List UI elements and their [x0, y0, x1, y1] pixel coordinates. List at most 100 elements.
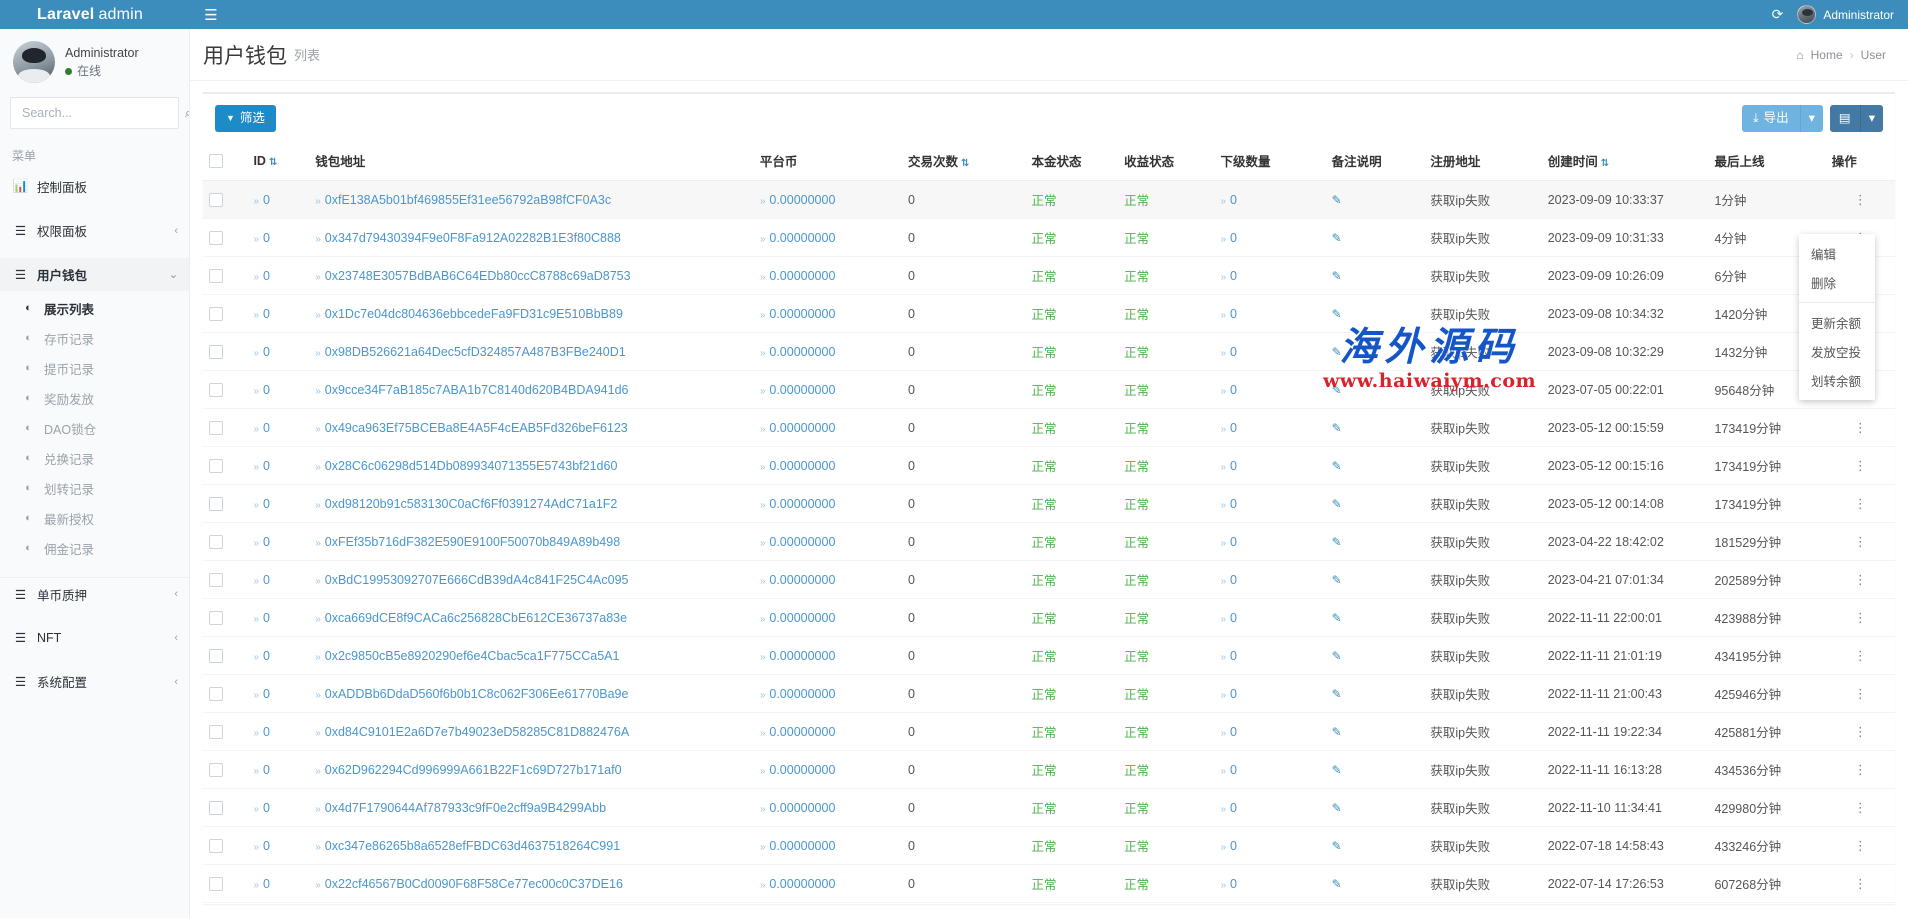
row-checkbox[interactable]: [209, 801, 223, 815]
expand-icon[interactable]: »: [315, 842, 321, 853]
expand-icon[interactable]: »: [315, 386, 321, 397]
export-dropdown-toggle[interactable]: ▾: [1800, 105, 1823, 132]
table-row[interactable]: »0»0x9cce34F7aB185c7ABA1b7C8140d620B4BDA…: [203, 371, 1895, 409]
row-checkbox[interactable]: [209, 763, 223, 777]
table-row[interactable]: »0»0xc347e86265b8a6528efFBDC63d463751826…: [203, 827, 1895, 865]
sidebar-subitem-reward-issue[interactable]: ◐ 奖励发放: [0, 383, 189, 413]
expand-icon[interactable]: »: [1220, 462, 1226, 473]
table-row[interactable]: »0»0xd84C9101E2a6D7e7b49023eD58285C81D88…: [203, 713, 1895, 751]
expand-icon[interactable]: »: [315, 234, 321, 245]
row-actions-kebab-icon[interactable]: ⋮: [1854, 458, 1867, 473]
expand-icon[interactable]: »: [253, 804, 259, 815]
expand-icon[interactable]: »: [1220, 348, 1226, 359]
sidebar-item-permissions[interactable]: ☰ 权限面板 ‹: [0, 214, 189, 247]
row-actions-kebab-icon[interactable]: ⋮: [1854, 876, 1867, 891]
expand-icon[interactable]: »: [760, 234, 766, 245]
expand-icon[interactable]: »: [253, 234, 259, 245]
expand-icon[interactable]: »: [1220, 842, 1226, 853]
row-checkbox[interactable]: [209, 535, 223, 549]
pencil-icon[interactable]: ✎: [1332, 573, 1342, 587]
cell-address-value[interactable]: 0xd84C9101E2a6D7e7b49023eD58285C81D88247…: [325, 725, 629, 739]
row-actions-kebab-icon[interactable]: ⋮: [1854, 496, 1867, 511]
pencil-icon[interactable]: ✎: [1332, 497, 1342, 511]
expand-icon[interactable]: »: [1220, 804, 1226, 815]
expand-icon[interactable]: »: [253, 386, 259, 397]
expand-icon[interactable]: »: [760, 348, 766, 359]
expand-icon[interactable]: »: [315, 424, 321, 435]
row-actions-kebab-icon[interactable]: ⋮: [1854, 838, 1867, 853]
ctx-update-balance[interactable]: 更新余额: [1799, 308, 1875, 337]
pencil-icon[interactable]: ✎: [1332, 725, 1342, 739]
row-checkbox[interactable]: [209, 573, 223, 587]
sidebar-subitem-dao-lock[interactable]: ◐ DAO锁仓: [0, 413, 189, 443]
row-actions-kebab-icon[interactable]: ⋮: [1854, 610, 1867, 625]
pencil-icon[interactable]: ✎: [1332, 459, 1342, 473]
user-menu[interactable]: Administrator: [1797, 5, 1894, 24]
expand-icon[interactable]: »: [760, 614, 766, 625]
table-row[interactable]: »0»0x347d79430394F9e0F8Fa912A02282B1E3f8…: [203, 219, 1895, 257]
expand-icon[interactable]: »: [315, 728, 321, 739]
table-row[interactable]: »0»0x98DB526621a64Dec5cfD324857A487B3FBe…: [203, 333, 1895, 371]
expand-icon[interactable]: »: [1220, 234, 1226, 245]
expand-icon[interactable]: »: [315, 576, 321, 587]
row-checkbox[interactable]: [209, 345, 223, 359]
pencil-icon[interactable]: ✎: [1332, 421, 1342, 435]
expand-icon[interactable]: »: [253, 880, 259, 891]
expand-icon[interactable]: »: [315, 614, 321, 625]
expand-icon[interactable]: »: [253, 272, 259, 283]
expand-icon[interactable]: »: [760, 842, 766, 853]
row-actions-kebab-icon[interactable]: ⋮: [1854, 724, 1867, 739]
expand-icon[interactable]: »: [315, 272, 321, 283]
refresh-icon[interactable]: ⟳: [1772, 6, 1784, 23]
table-row[interactable]: »0»0x49ca963Ef75BCEBa8E4A5F4cEAB5Fd326be…: [203, 409, 1895, 447]
expand-icon[interactable]: »: [760, 804, 766, 815]
row-checkbox[interactable]: [209, 231, 223, 245]
table-row[interactable]: »0»0xca669dCE8f9CACa6c256828CbE612CE3673…: [203, 599, 1895, 637]
row-actions-kebab-icon[interactable]: ⋮: [1854, 686, 1867, 701]
expand-icon[interactable]: »: [760, 728, 766, 739]
expand-icon[interactable]: »: [1220, 766, 1226, 777]
expand-icon[interactable]: »: [315, 348, 321, 359]
expand-icon[interactable]: »: [1220, 690, 1226, 701]
export-button[interactable]: ⤓ 导出: [1742, 105, 1800, 132]
expand-icon[interactable]: »: [760, 538, 766, 549]
cell-address-value[interactable]: 0x22cf46567B0Cd0090F68F58Ce77ec00c0C37DE…: [325, 877, 623, 891]
table-row[interactable]: »0»0x1Dc7e04dc804636ebbcedeFa9FD31c9E510…: [203, 295, 1895, 333]
sidebar-subitem-exchange-records[interactable]: ◐ 兑换记录: [0, 443, 189, 473]
row-checkbox[interactable]: [209, 269, 223, 283]
cell-address-value[interactable]: 0x9cce34F7aB185c7ABA1b7C8140d620B4BDA941…: [325, 383, 629, 397]
expand-icon[interactable]: »: [760, 766, 766, 777]
ctx-airdrop[interactable]: 发放空投: [1799, 337, 1875, 366]
expand-icon[interactable]: »: [253, 766, 259, 777]
expand-icon[interactable]: »: [253, 538, 259, 549]
grid-icon-button[interactable]: ▤: [1830, 105, 1860, 132]
select-all-checkbox[interactable]: [209, 154, 223, 168]
cell-address-value[interactable]: 0x23748E3057BdBAB6C64EDb80ccC8788c69aD87…: [325, 269, 631, 283]
row-checkbox[interactable]: [209, 687, 223, 701]
sidebar-subitem-withdraw-records[interactable]: ◐ 提币记录: [0, 353, 189, 383]
cell-address-value[interactable]: 0x98DB526621a64Dec5cfD324857A487B3FBe240…: [325, 345, 626, 359]
cell-address-value[interactable]: 0x49ca963Ef75BCEBa8E4A5F4cEAB5Fd326beF61…: [325, 421, 628, 435]
row-actions-kebab-icon[interactable]: ⋮: [1854, 192, 1867, 207]
table-row[interactable]: »0»0xfE138A5b01bf469855Ef31ee56792aB98fC…: [203, 181, 1895, 219]
cell-address-value[interactable]: 0xca669dCE8f9CACa6c256828CbE612CE36737a8…: [325, 611, 627, 625]
sidebar-subitem-display-list[interactable]: ◐ 展示列表: [0, 293, 189, 323]
expand-icon[interactable]: »: [1220, 386, 1226, 397]
row-actions-kebab-icon[interactable]: ⋮: [1854, 648, 1867, 663]
sidebar-user-panel[interactable]: Administrator 在线: [0, 29, 189, 95]
expand-icon[interactable]: »: [760, 880, 766, 891]
expand-icon[interactable]: »: [315, 652, 321, 663]
table-row[interactable]: »0»0x22cf46567B0Cd0090F68F58Ce77ec00c0C3…: [203, 865, 1895, 903]
expand-icon[interactable]: »: [760, 196, 766, 207]
expand-icon[interactable]: »: [253, 348, 259, 359]
expand-icon[interactable]: »: [253, 728, 259, 739]
expand-icon[interactable]: »: [760, 386, 766, 397]
sidebar-subitem-transfer-records[interactable]: ◐ 划转记录: [0, 473, 189, 503]
pencil-icon[interactable]: ✎: [1332, 687, 1342, 701]
sidebar-subitem-commission-records[interactable]: ◐ 佣金记录: [0, 533, 189, 563]
expand-icon[interactable]: »: [1220, 196, 1226, 207]
row-actions-kebab-icon[interactable]: ⋮: [1854, 534, 1867, 549]
expand-icon[interactable]: »: [1220, 652, 1226, 663]
th-id[interactable]: ID⇅: [247, 144, 309, 181]
sort-icon[interactable]: ⇅: [961, 158, 969, 169]
